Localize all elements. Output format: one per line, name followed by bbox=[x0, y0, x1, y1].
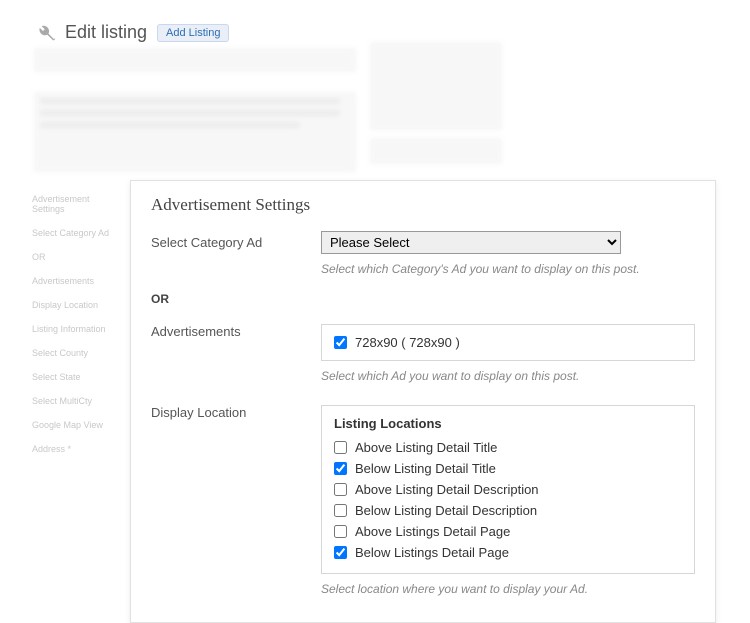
row-display-location: Display Location Listing Locations Above… bbox=[131, 395, 715, 608]
sidebar-hint-item: Address * bbox=[32, 444, 122, 454]
listing-location-label: Below Listings Detail Page bbox=[355, 545, 509, 560]
hint-display-location: Select location where you want to displa… bbox=[321, 582, 695, 596]
select-category-ad[interactable]: Please Select bbox=[321, 231, 621, 254]
page-header: Edit listing Add Listing bbox=[35, 22, 229, 43]
sidebar-hint: Advertisement Settings Select Category Ad… bbox=[32, 180, 122, 540]
listing-locations-box: Listing Locations Above Listing Detail T… bbox=[321, 405, 695, 574]
row-advertisements: Advertisements 728x90 ( 728x90 ) Select … bbox=[131, 314, 715, 395]
listing-location-label: Above Listing Detail Title bbox=[355, 440, 497, 455]
listing-location-checkbox[interactable] bbox=[334, 462, 347, 475]
sidebar-hint-item: Select County bbox=[32, 348, 122, 358]
label-advertisements: Advertisements bbox=[151, 320, 321, 339]
listing-location-option[interactable]: Below Listing Detail Description bbox=[334, 500, 682, 521]
wrench-icon bbox=[35, 23, 55, 43]
listing-location-checkbox[interactable] bbox=[334, 546, 347, 559]
listing-locations-title: Listing Locations bbox=[334, 416, 682, 431]
listing-location-checkbox[interactable] bbox=[334, 483, 347, 496]
listing-location-label: Above Listing Detail Description bbox=[355, 482, 539, 497]
listing-location-option[interactable]: Above Listing Detail Title bbox=[334, 437, 682, 458]
panel-title: Advertisement Settings bbox=[131, 181, 715, 225]
listing-location-option[interactable]: Below Listings Detail Page bbox=[334, 542, 682, 563]
ad-option-728x90[interactable]: 728x90 ( 728x90 ) bbox=[334, 335, 682, 350]
sidebar-hint-item: Display Location bbox=[32, 300, 122, 310]
sidebar-hint-item: Google Map View bbox=[32, 420, 122, 430]
listing-locations-list: Above Listing Detail Title Below Listing … bbox=[334, 437, 682, 563]
sidebar-hint-item: Select State bbox=[32, 372, 122, 382]
label-select-category-ad: Select Category Ad bbox=[151, 231, 321, 250]
hint-advertisements: Select which Ad you want to display on t… bbox=[321, 369, 695, 383]
listing-location-option[interactable]: Below Listing Detail Title bbox=[334, 458, 682, 479]
listing-location-label: Above Listings Detail Page bbox=[355, 524, 510, 539]
sidebar-hint-item: Advertisements bbox=[32, 276, 122, 286]
hint-category: Select which Category's Ad you want to d… bbox=[321, 262, 695, 276]
add-listing-button[interactable]: Add Listing bbox=[157, 24, 229, 42]
sidebar-hint-item: Advertisement Settings bbox=[32, 194, 122, 214]
sidebar-hint-item: Select MultiCty bbox=[32, 396, 122, 406]
listing-location-checkbox[interactable] bbox=[334, 504, 347, 517]
or-label: OR bbox=[131, 288, 715, 314]
sidebar-hint-item: OR bbox=[32, 252, 122, 262]
sidebar-hint-item: Select Category Ad bbox=[32, 228, 122, 238]
page-title: Edit listing bbox=[65, 22, 147, 43]
checkbox-ad-728x90[interactable] bbox=[334, 336, 347, 349]
listing-location-option[interactable]: Above Listing Detail Description bbox=[334, 479, 682, 500]
advertisement-settings-panel: Advertisement Settings Select Category A… bbox=[130, 180, 716, 623]
row-select-category-ad: Select Category Ad Please Select Select … bbox=[131, 225, 715, 288]
listing-location-checkbox[interactable] bbox=[334, 525, 347, 538]
listing-location-label: Below Listing Detail Description bbox=[355, 503, 537, 518]
sidebar-hint-item: Listing Information bbox=[32, 324, 122, 334]
ad-option-label: 728x90 ( 728x90 ) bbox=[355, 335, 460, 350]
listing-location-checkbox[interactable] bbox=[334, 441, 347, 454]
listing-location-label: Below Listing Detail Title bbox=[355, 461, 496, 476]
listing-location-option[interactable]: Above Listings Detail Page bbox=[334, 521, 682, 542]
label-display-location: Display Location bbox=[151, 401, 321, 420]
advertisements-box: 728x90 ( 728x90 ) bbox=[321, 324, 695, 361]
